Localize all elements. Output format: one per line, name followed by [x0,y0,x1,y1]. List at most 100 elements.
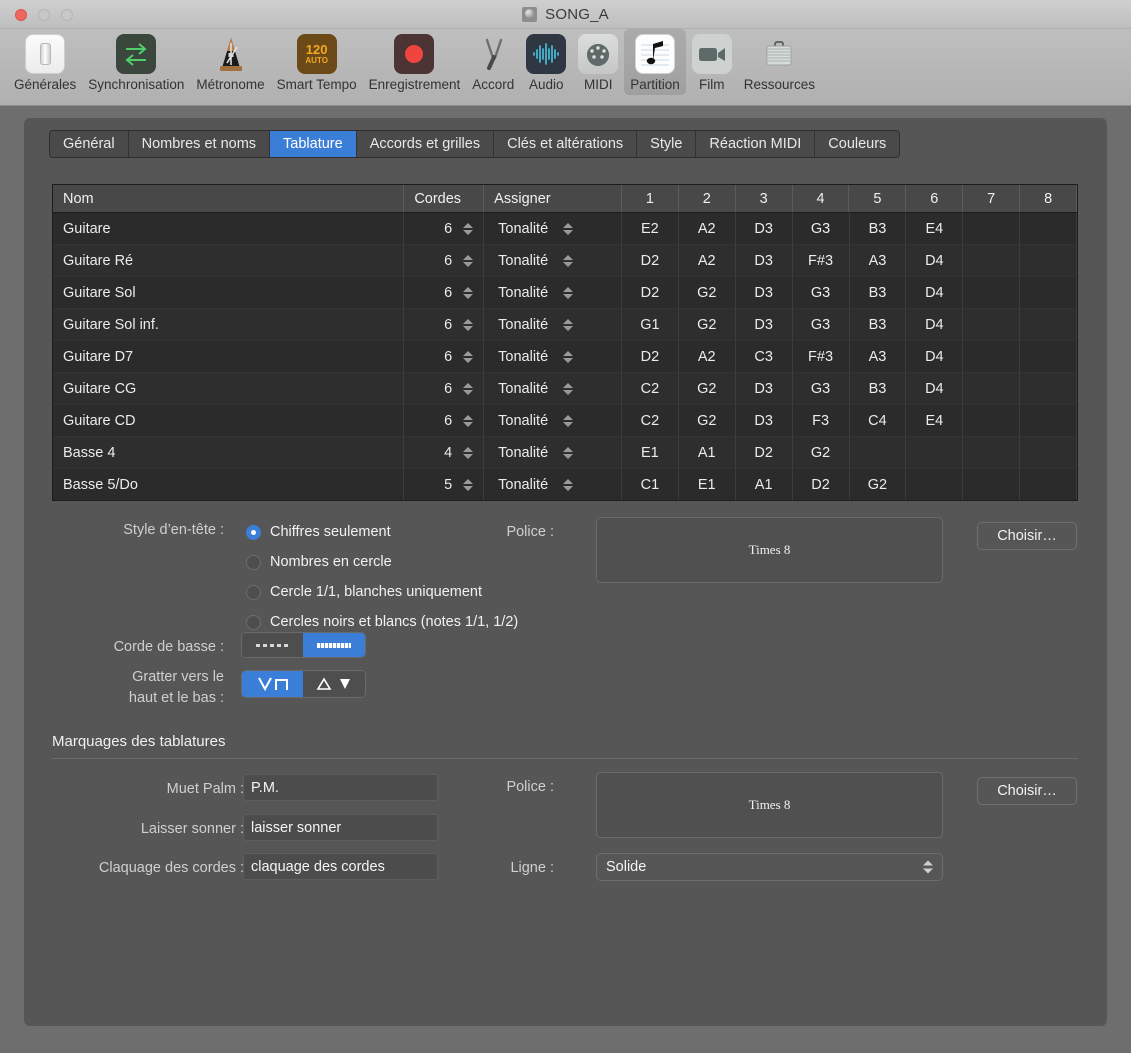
tab-nombres-et-noms[interactable]: Nombres et noms [128,131,271,157]
cell-string-8[interactable] [1020,309,1077,340]
toolbar-item-ressources[interactable]: Ressources [738,29,821,95]
cell-string-6[interactable] [906,469,964,500]
cell-nom[interactable]: Basse 4 [53,437,405,468]
bass-string-segmented-control[interactable] [241,632,366,658]
cell-string-7[interactable] [963,213,1021,244]
cell-string-1[interactable]: D2 [622,341,679,372]
cell-string-2[interactable]: A2 [679,213,736,244]
cell-string-3[interactable]: D3 [736,405,793,436]
cell-string-1[interactable]: D2 [622,245,679,276]
tab-tablature[interactable]: Tablature [270,131,357,157]
font-preview-bottom[interactable]: Times 8 [596,772,943,838]
cell-string-8[interactable] [1020,469,1077,500]
assigner-stepper[interactable] [562,348,573,366]
cell-string-5[interactable]: B3 [850,277,907,308]
cell-string-5[interactable]: B3 [850,373,907,404]
cell-string-1[interactable]: C2 [622,373,679,404]
cell-string-6[interactable]: E4 [906,405,964,436]
cell-string-6[interactable]: D4 [906,373,964,404]
cell-nom[interactable]: Guitare Ré [53,245,405,276]
cell-cordes[interactable]: 6 [404,373,485,404]
assigner-stepper[interactable] [562,284,573,302]
cell-string-4[interactable]: G3 [793,373,850,404]
cell-assigner[interactable]: Tonalité [484,437,622,468]
cell-nom[interactable]: Guitare D7 [53,341,405,372]
table-row[interactable]: Guitare CD 6 Tonalité C2 G2 D3 F3 C4 E4 [53,405,1077,437]
cell-assigner[interactable]: Tonalité [484,309,622,340]
cell-nom[interactable]: Guitare CD [53,405,405,436]
cell-string-8[interactable] [1020,277,1077,308]
cell-string-6[interactable]: D4 [906,277,964,308]
cordes-stepper[interactable] [462,444,473,462]
table-row[interactable]: Guitare Sol inf. 6 Tonalité G1 G2 D3 G3 B3 D4 [53,309,1077,341]
strum-up-option[interactable] [303,671,365,697]
cell-assigner[interactable]: Tonalité [484,277,622,308]
cell-cordes[interactable]: 6 [404,245,485,276]
assigner-stepper[interactable] [562,444,573,462]
assigner-stepper[interactable] [562,412,573,430]
strum-segmented-control[interactable] [241,670,366,698]
choose-font-button-bottom[interactable]: Choisir… [977,777,1077,805]
cell-cordes[interactable]: 6 [404,213,485,244]
cell-string-4[interactable]: G3 [793,309,850,340]
cell-string-3[interactable]: C3 [736,341,793,372]
cell-string-1[interactable]: E2 [622,213,679,244]
cordes-stepper[interactable] [462,252,473,270]
cell-string-4[interactable]: F#3 [793,341,850,372]
table-row[interactable]: Guitare Ré 6 Tonalité D2 A2 D3 F#3 A3 D4 [53,245,1077,277]
column-header-8[interactable]: 8 [1020,185,1077,212]
toolbar-item-metronome[interactable]: Métronome [190,29,270,95]
table-row[interactable]: Basse 5/Do 5 Tonalité C1 E1 A1 D2 G2 [53,469,1077,500]
radio-button-icon[interactable] [246,554,261,570]
cell-string-8[interactable] [1020,373,1077,404]
tab-general[interactable]: Général [50,131,129,157]
radio-chiffres-seulement[interactable]: Chiffres seulement [246,520,518,544]
cell-assigner[interactable]: Tonalité [484,341,622,372]
cell-string-5[interactable] [850,437,907,468]
cell-string-3[interactable]: D3 [736,213,793,244]
radio-nombres-en-cercle[interactable]: Nombres en cercle [246,550,518,574]
cell-string-7[interactable] [963,309,1021,340]
cell-string-1[interactable]: G1 [622,309,679,340]
toolbar-item-film[interactable]: Film [686,29,738,95]
cell-string-5[interactable]: A3 [850,341,907,372]
cell-string-4[interactable]: G3 [793,277,850,308]
cell-nom[interactable]: Guitare Sol [53,277,405,308]
column-header-nom[interactable]: Nom [53,185,405,212]
toolbar-item-generales[interactable]: Générales [8,29,82,95]
cell-cordes[interactable]: 6 [404,405,485,436]
column-header-cordes[interactable]: Cordes [404,185,485,212]
radio-cercles-noirs-blancs[interactable]: Cercles noirs et blancs (notes 1/1, 1/2) [246,610,518,634]
cell-nom[interactable]: Guitare [53,213,405,244]
cell-assigner[interactable]: Tonalité [484,245,622,276]
cell-string-7[interactable] [963,469,1021,500]
tab-cles-et-alterations[interactable]: Clés et altérations [494,131,638,157]
assigner-stepper[interactable] [562,316,573,334]
cell-string-1[interactable]: E1 [622,437,679,468]
bass-string-solid-option[interactable] [303,633,365,657]
cell-string-3[interactable]: D3 [736,277,793,308]
cell-string-8[interactable] [1020,437,1077,468]
tuning-table[interactable]: Nom Cordes Assigner 1 2 3 4 5 6 7 8 Guit… [52,184,1078,501]
cell-nom[interactable]: Guitare CG [53,373,405,404]
cell-string-8[interactable] [1020,245,1077,276]
cell-string-4[interactable]: F3 [793,405,850,436]
cell-string-8[interactable] [1020,405,1077,436]
tab-style[interactable]: Style [637,131,697,157]
tab-reaction-midi[interactable]: Réaction MIDI [696,131,816,157]
cell-string-1[interactable]: D2 [622,277,679,308]
cell-cordes[interactable]: 5 [404,469,485,500]
cell-string-2[interactable]: E1 [679,469,736,500]
table-row[interactable]: Guitare 6 Tonalité E2 A2 D3 G3 B3 E4 [53,213,1077,245]
cell-string-5[interactable]: A3 [850,245,907,276]
cell-string-2[interactable]: A1 [679,437,736,468]
strum-down-option[interactable] [242,671,303,697]
cell-string-7[interactable] [963,373,1021,404]
cell-assigner[interactable]: Tonalité [484,469,622,500]
cell-string-6[interactable]: D4 [906,245,964,276]
cell-string-7[interactable] [963,437,1021,468]
cell-string-2[interactable]: A2 [679,341,736,372]
cell-string-5[interactable]: B3 [850,309,907,340]
cordes-stepper[interactable] [462,412,473,430]
cell-string-4[interactable]: F#3 [793,245,850,276]
